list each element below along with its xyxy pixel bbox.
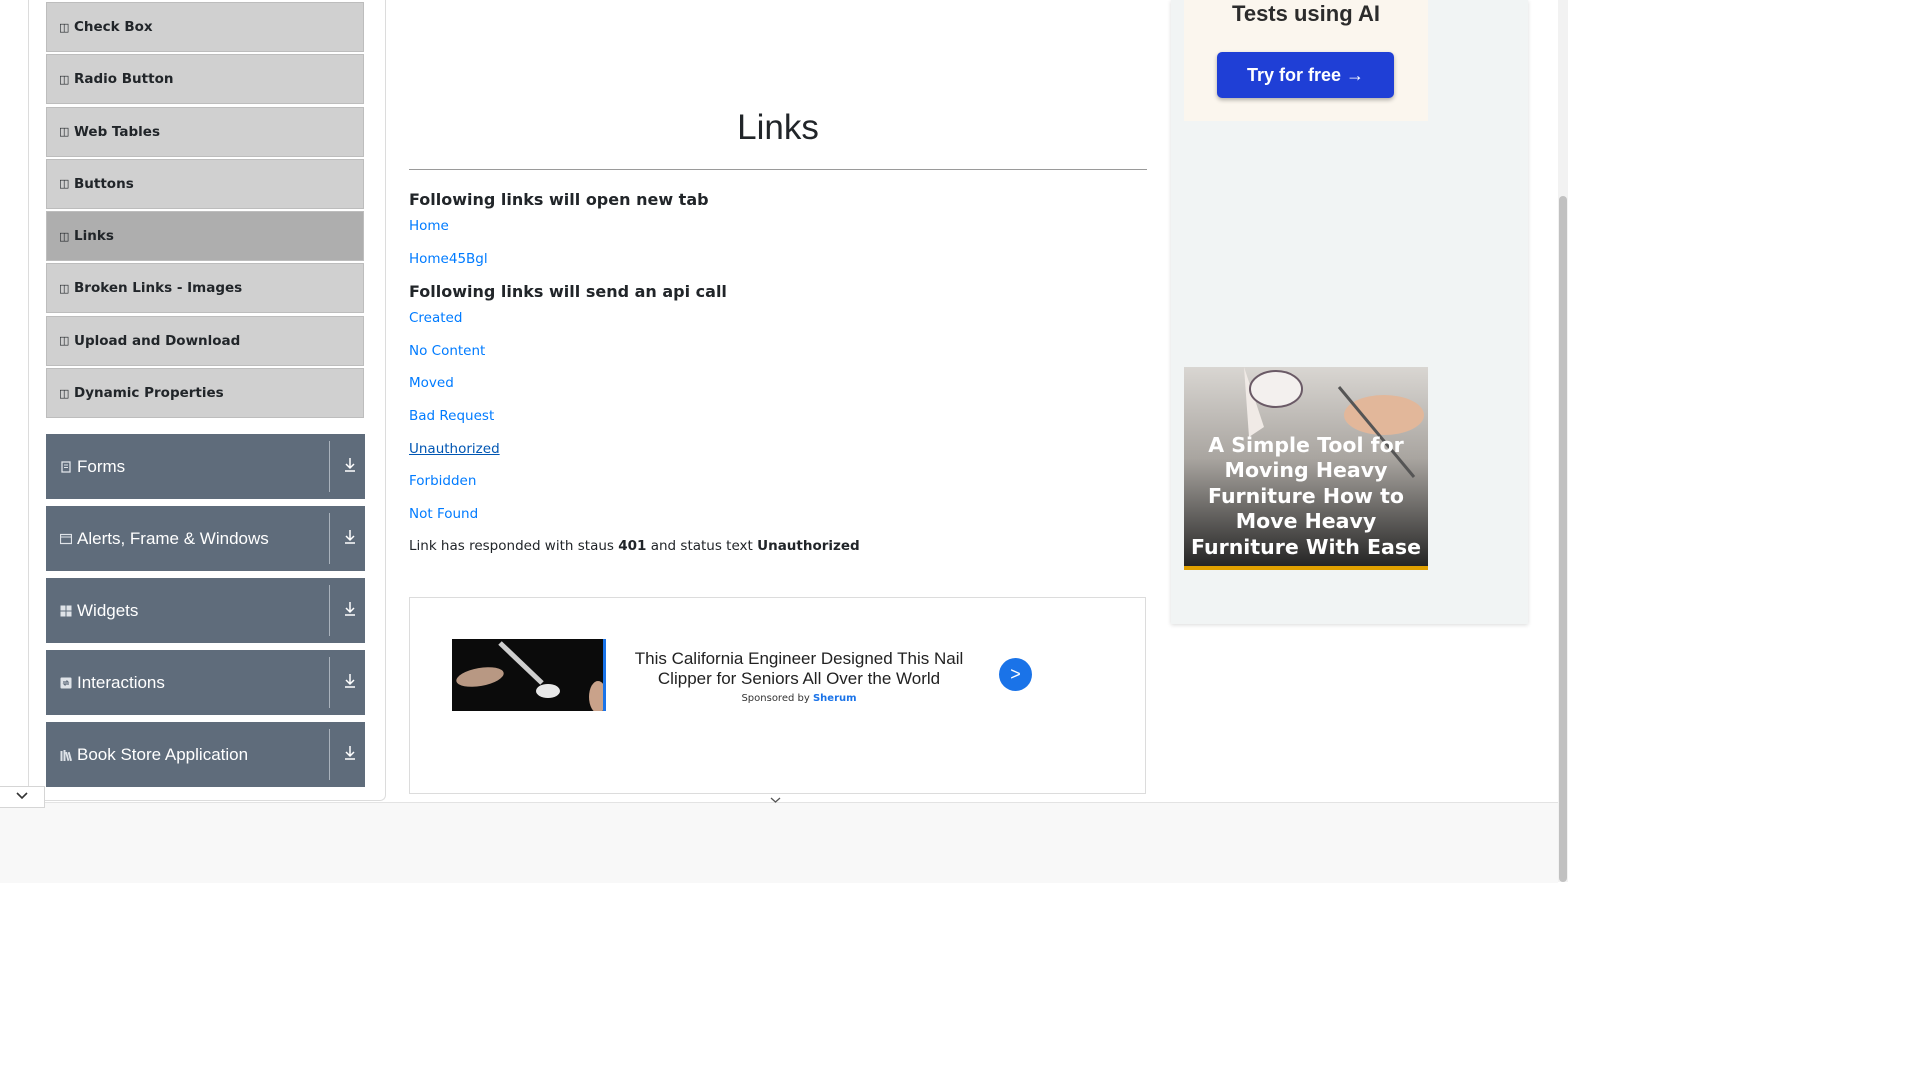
widgets-icon (60, 605, 72, 616)
api-call-heading: Following links will send an api call (409, 282, 727, 301)
sidebar-item-label: Radio Button (74, 71, 174, 88)
chevron-down-icon[interactable] (768, 795, 783, 805)
link-created[interactable]: Created (409, 310, 462, 326)
group-divider (329, 729, 330, 780)
response-middle: and status text (650, 538, 753, 554)
try-for-free-button[interactable]: Try for free → (1217, 52, 1394, 98)
sidebar-item-dynamic-properties[interactable]: ◫ Dynamic Properties (46, 368, 364, 419)
link-not-found[interactable]: Not Found (409, 506, 478, 522)
sidebar-item-web-tables[interactable]: ◫ Web Tables (46, 106, 364, 157)
sidebar-item-buttons[interactable]: ◫ Buttons (46, 158, 364, 209)
sidebar-item-upload-and-download[interactable]: ◫ Upload and Download (46, 315, 364, 366)
scrollbar-thumb[interactable] (1559, 196, 1567, 882)
title-divider (409, 169, 1147, 170)
download-arrow-icon[interactable] (343, 744, 357, 762)
sidebar-item-label: Links (74, 228, 114, 245)
link-bad-request[interactable]: Bad Request (409, 408, 494, 424)
response-prefix: Link has responded with staus (409, 538, 614, 554)
link-unauthorized[interactable]: Unauthorized (409, 441, 500, 457)
sponsor-name[interactable]: Sherum (813, 693, 857, 704)
furniture-ad-text: A Simple Tool for Moving Heavy Furniture… (1191, 432, 1421, 559)
sidebar-item-links[interactable]: ◫ Links (46, 211, 364, 262)
book-icon (60, 749, 72, 761)
html5-icon: ◫ (59, 125, 70, 139)
group-label: Alerts, Frame & Windows (77, 528, 269, 548)
download-arrow-icon[interactable] (343, 672, 357, 690)
ai-ad-text: Tests using AI (1232, 1, 1380, 26)
download-arrow-icon[interactable] (343, 528, 357, 546)
elements-menu-list: ◫ Check Box ◫ Radio Button ◫ Web Tables ◫ Bu… (46, 2, 364, 420)
group-alerts-frame-windows[interactable]: Alerts, Frame & Windows (46, 506, 365, 571)
collapse-sidebar-toggle[interactable] (0, 786, 45, 808)
link-moved[interactable]: Moved (409, 375, 454, 391)
group-book-store-application[interactable]: Book Store Application (46, 722, 365, 787)
link-no-content[interactable]: No Content (409, 343, 485, 359)
sidebar-item-label: Dynamic Properties (74, 385, 224, 402)
group-label: Interactions (77, 672, 165, 692)
nail-clipper-ad-image[interactable] (452, 639, 606, 711)
interactions-icon (60, 677, 72, 688)
sidebar-item-check-box[interactable]: ◫ Check Box (46, 2, 364, 52)
category-group-list: Forms Alerts, Frame & Windows Widgets In… (46, 434, 365, 794)
html5-icon: ◫ (59, 229, 70, 243)
new-tab-heading: Following links will open new tab (409, 190, 709, 209)
group-forms[interactable]: Forms (46, 434, 365, 499)
group-widgets[interactable]: Widgets (46, 578, 365, 643)
ad-next-button[interactable]: > (999, 658, 1032, 691)
group-divider (329, 441, 330, 492)
sidebar-item-label: Check Box (74, 19, 153, 35)
page-title: Links (737, 108, 819, 147)
group-interactions[interactable]: Interactions (46, 650, 365, 715)
bottom-ad-bar (0, 802, 1558, 883)
ai-testing-ad: Tests using AI Try for free → (1184, 0, 1428, 121)
link-response-message: Link has responded with staus 401 and st… (409, 538, 860, 554)
nail-clipper-photo (452, 639, 603, 711)
link-forbidden[interactable]: Forbidden (409, 473, 476, 489)
sidebar-item-broken-links-images[interactable]: ◫ Broken Links - Images (46, 263, 364, 314)
html5-icon: ◫ (59, 334, 70, 348)
html5-icon: ◫ (59, 20, 70, 34)
html5-icon: ◫ (59, 281, 70, 295)
link-home-dynamic[interactable]: Home45Bgl (409, 251, 488, 267)
html5-icon: ◫ (59, 386, 70, 400)
ad-sponsor-line: Sponsored by Sherum (628, 693, 970, 704)
response-status-text: Unauthorized (757, 538, 860, 554)
bottom-ad-box: This California Engineer Designed This N… (409, 597, 1146, 794)
right-ad-column: Tests using AI Try for free → A Simple T… (1171, 0, 1528, 624)
group-divider (329, 513, 330, 564)
download-arrow-icon[interactable] (343, 456, 357, 474)
html5-icon: ◫ (59, 72, 70, 86)
sidebar-item-radio-button[interactable]: ◫ Radio Button (46, 54, 364, 105)
html5-icon: ◫ (59, 177, 70, 191)
group-divider (329, 657, 330, 708)
page-scrollbar[interactable] (1558, 0, 1568, 882)
response-status-code: 401 (618, 538, 647, 554)
furniture-ad[interactable]: A Simple Tool for Moving Heavy Furniture… (1184, 367, 1428, 570)
sidebar-item-label: Broken Links - Images (74, 280, 243, 297)
group-label: Forms (77, 456, 126, 476)
sidebar-item-label: Buttons (74, 175, 134, 192)
group-label: Book Store Application (77, 744, 249, 764)
document-icon (61, 460, 71, 473)
ad-headline[interactable]: This California Engineer Designed This N… (628, 649, 970, 689)
sidebar-item-label: Upload and Download (74, 332, 241, 349)
download-arrow-icon[interactable] (343, 600, 357, 618)
link-home[interactable]: Home (409, 218, 449, 234)
sidebar-item-label: Web Tables (74, 123, 160, 140)
window-icon (60, 533, 72, 544)
group-label: Widgets (77, 600, 139, 620)
sponsored-prefix: Sponsored by (741, 693, 810, 704)
group-divider (329, 585, 330, 636)
chevron-down-icon (16, 792, 28, 800)
